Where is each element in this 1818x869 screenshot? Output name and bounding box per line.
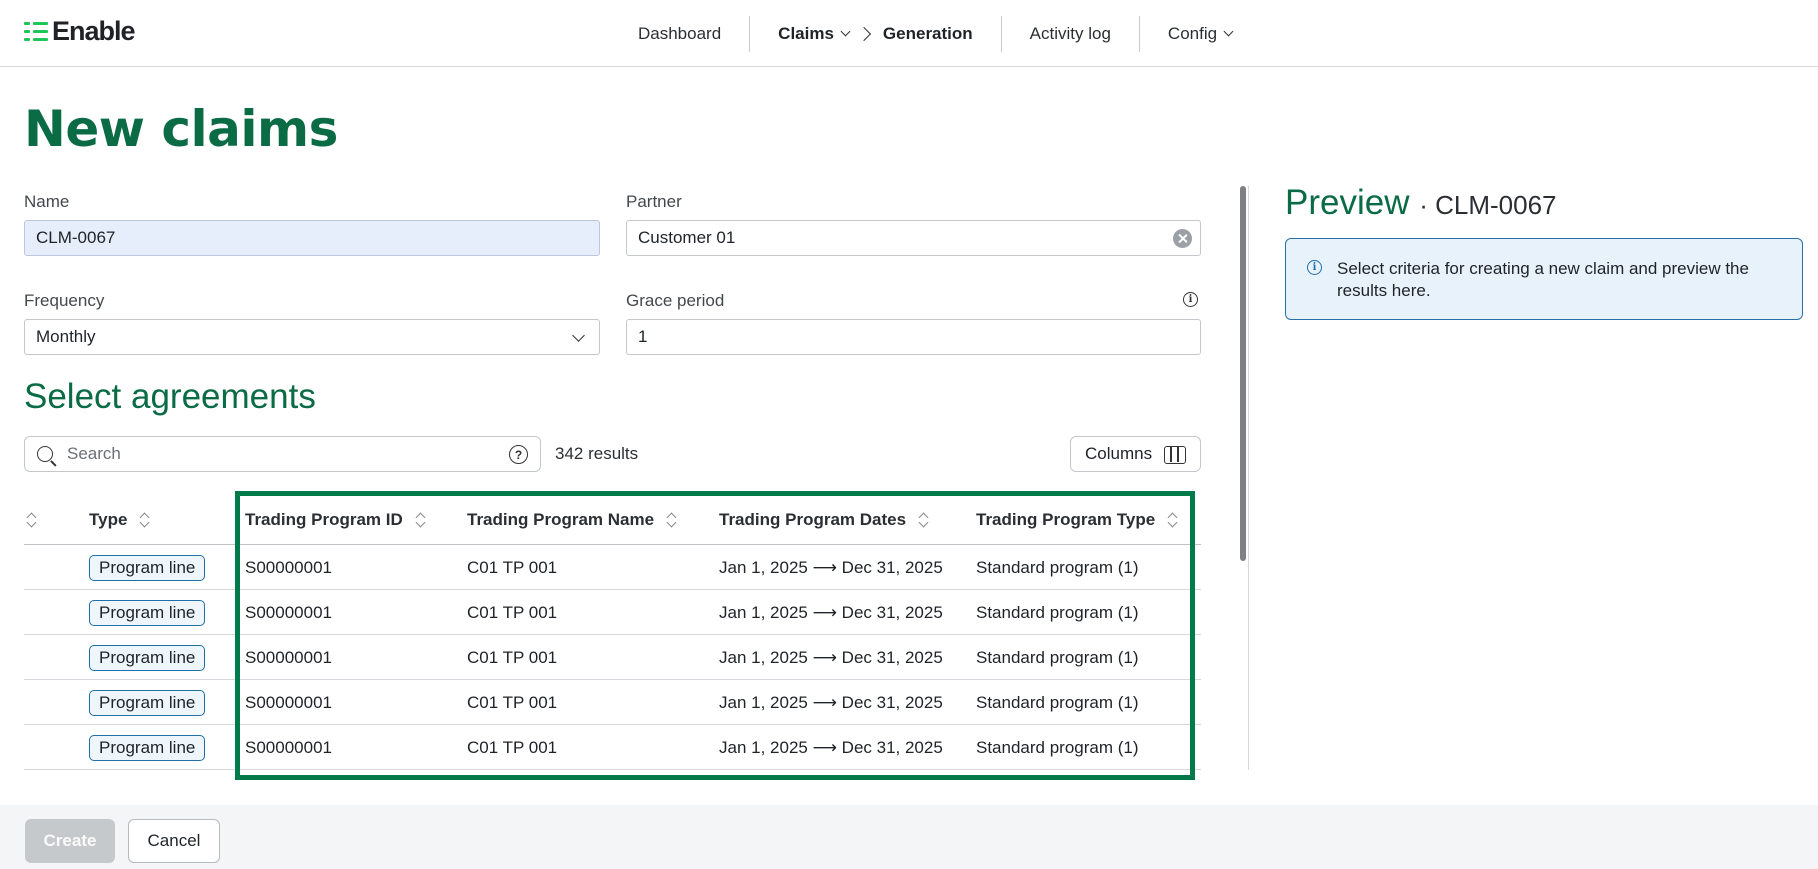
column-header-tp-name[interactable]: Trading Program Name [467,495,676,545]
frequency-select[interactable]: Monthly [24,319,600,355]
nav-claims-breadcrumb: Claims Generation [750,16,1001,52]
tp-id-cell: S00000001 [245,557,332,577]
tp-dates-cell: Jan 1, 2025 ⟶ Dec 31, 2025 [719,557,943,577]
preview-message: Select criteria for creating a new claim… [1337,259,1749,300]
table-row[interactable]: Program line S00000001 C01 TP 001 Jan 1,… [24,725,1201,770]
tp-type-cell: Standard program (1) [976,692,1139,712]
top-nav: Enable Dashboard Claims Generation Activ… [0,0,1818,67]
tp-id-cell: S00000001 [245,647,332,667]
clear-icon[interactable] [1173,229,1192,248]
partner-value: Customer 01 [638,228,736,247]
type-badge: Program line [89,689,206,716]
tp-name-cell: C01 TP 001 [467,737,558,757]
partner-label: Partner [626,192,682,211]
preview-heading: Preview [1285,183,1410,222]
logo[interactable]: Enable [24,16,136,47]
grace-period-label: Grace period [626,291,725,310]
frequency-value: Monthly [36,327,96,346]
tp-name-cell: C01 TP 001 [467,557,558,577]
name-label: Name [24,192,70,211]
select-column-header[interactable] [26,495,36,545]
info-icon: i [1307,260,1322,275]
chevron-down-icon[interactable] [840,26,851,37]
results-count: 342 results [555,444,639,463]
page-title: New claims [24,100,338,158]
name-input[interactable]: CLM-0067 [24,220,600,256]
column-header-label: Trading Program Type [976,510,1156,529]
nav-config[interactable]: Config [1140,16,1260,52]
info-icon[interactable]: i [1183,292,1198,307]
tp-name-cell: C01 TP 001 [467,647,558,667]
create-button[interactable]: Create [25,819,115,863]
search-icon [37,446,53,462]
section-title-select-agreements: Select agreements [24,377,316,416]
tp-type-cell: Standard program (1) [976,557,1139,577]
grace-period-input[interactable]: 1 [626,319,1201,355]
logo-text: Enable [52,16,136,46]
scrollbar[interactable] [1240,186,1246,561]
tp-dates-cell: Jan 1, 2025 ⟶ Dec 31, 2025 [719,737,943,757]
nav-generation[interactable]: Generation [883,24,973,44]
preview-claim-id: · CLM-0067 [1419,190,1557,220]
nav-items: Dashboard Claims Generation Activity log… [610,0,1260,67]
sort-icon[interactable] [666,511,676,529]
tp-name-cell: C01 TP 001 [467,602,558,622]
column-header-tp-type[interactable]: Trading Program Type [976,495,1177,545]
preview-info-banner: i Select criteria for creating a new cla… [1285,238,1803,320]
column-header-label: Trading Program Dates [719,510,907,529]
cancel-button[interactable]: Cancel [128,819,220,863]
type-badge: Program line [89,644,206,671]
tp-id-cell: S00000001 [245,692,332,712]
tp-dates-cell: Jan 1, 2025 ⟶ Dec 31, 2025 [719,602,943,622]
tp-dates-cell: Jan 1, 2025 ⟶ Dec 31, 2025 [719,692,943,712]
search-placeholder: Search [67,444,121,463]
tp-id-cell: S00000001 [245,737,332,757]
tp-id-cell: S00000001 [245,602,332,622]
logo-icon [24,20,48,44]
table-row[interactable]: Program line S00000001 C01 TP 001 Jan 1,… [24,680,1201,725]
type-badge: Program line [89,734,206,761]
tp-type-cell: Standard program (1) [976,737,1139,757]
search-input[interactable]: Search ? [24,436,541,472]
footer-bar [0,805,1818,869]
nav-config-label: Config [1167,23,1218,43]
column-header-type[interactable]: Type [89,495,149,545]
chevron-down-icon [1223,26,1234,37]
sort-icon[interactable] [1167,511,1177,529]
breadcrumb-chevron-icon [856,26,871,41]
columns-icon [1164,446,1186,464]
column-header-label: Trading Program Name [467,510,655,529]
nav-claims[interactable]: Claims [778,24,834,44]
sort-icon[interactable] [415,511,425,529]
frequency-label: Frequency [24,291,105,310]
table-header: Type Trading Program ID Trading Program … [24,495,1201,545]
agreements-table: Type Trading Program ID Trading Program … [24,495,1201,770]
table-row[interactable]: Program line S00000001 C01 TP 001 Jan 1,… [24,590,1201,635]
help-icon[interactable]: ? [509,445,528,464]
sort-icon[interactable] [26,511,36,529]
column-header-label: Trading Program ID [245,510,403,529]
nav-dashboard[interactable]: Dashboard [610,16,749,52]
columns-button[interactable]: Columns [1070,436,1201,472]
type-badge: Program line [89,554,206,581]
tp-name-cell: C01 TP 001 [467,692,558,712]
partner-select[interactable]: Customer 01 [626,220,1201,256]
type-badge: Program line [89,599,206,626]
chevron-down-icon [572,329,585,342]
table-row[interactable]: Program line S00000001 C01 TP 001 Jan 1,… [24,545,1201,590]
nav-activity-log[interactable]: Activity log [1002,16,1139,52]
sort-icon[interactable] [918,511,928,529]
column-header-tp-id[interactable]: Trading Program ID [245,495,425,545]
tp-dates-cell: Jan 1, 2025 ⟶ Dec 31, 2025 [719,647,943,667]
sort-icon[interactable] [139,511,149,529]
tp-type-cell: Standard program (1) [976,602,1139,622]
columns-label: Columns [1085,444,1153,463]
panel-divider [1248,186,1249,770]
column-header-tp-dates[interactable]: Trading Program Dates [719,495,928,545]
preview-title: Preview · CLM-0067 [1285,183,1557,223]
table-row[interactable]: Program line S00000001 C01 TP 001 Jan 1,… [24,635,1201,680]
tp-type-cell: Standard program (1) [976,647,1139,667]
column-header-label: Type [89,510,128,529]
